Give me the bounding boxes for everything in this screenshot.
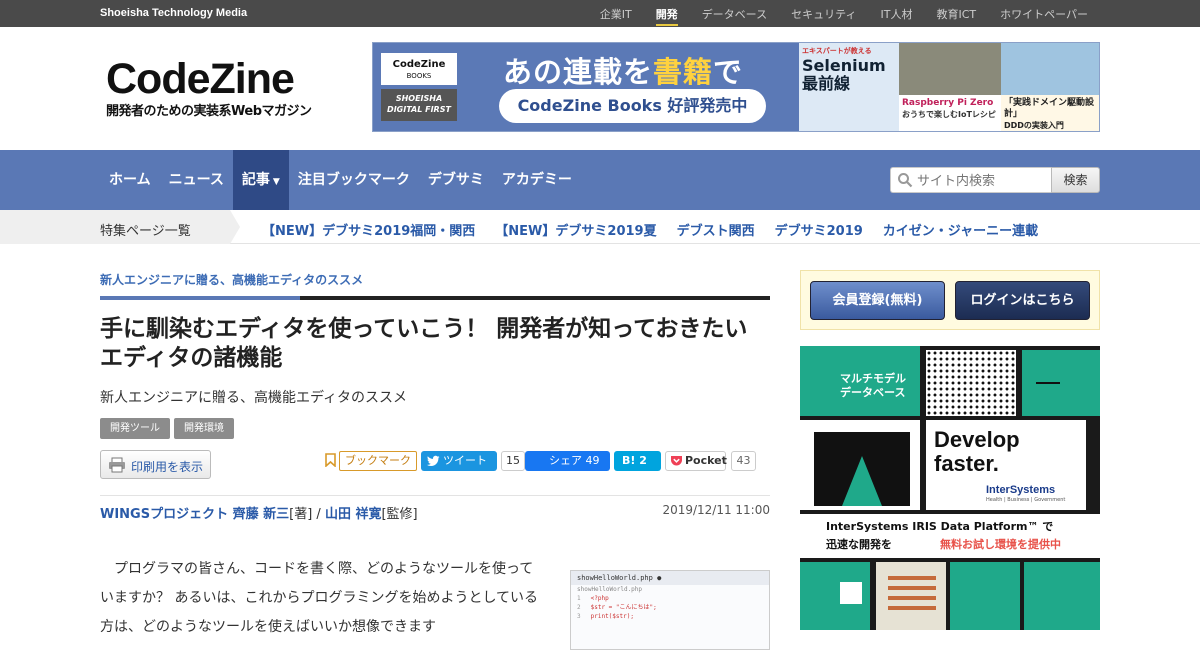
tag-badge[interactable]: 開発ツール xyxy=(100,418,170,439)
author-link[interactable]: WINGSプロジェクト 齊藤 新三 xyxy=(100,507,289,522)
nav-academy[interactable]: アカデミー xyxy=(493,150,581,210)
digital-first-text: SHOEISHA xyxy=(395,94,443,103)
tweet-label: ツイート xyxy=(443,454,487,467)
digital-first-sub: DIGITAL FIRST xyxy=(387,105,451,114)
book-cover-photo xyxy=(899,43,1001,95)
register-button[interactable]: 会員登録(無料) xyxy=(810,281,945,320)
tag-badge[interactable]: 開発環境 xyxy=(174,418,234,439)
search-icon xyxy=(898,173,913,188)
printer-icon xyxy=(109,457,125,473)
code-line: 3 print($str); xyxy=(577,613,634,620)
tag-list: 開発ツール 開発環境 xyxy=(100,418,234,439)
ad-copy-2: 迅速な開発を xyxy=(826,538,892,551)
divider xyxy=(100,495,770,496)
code-line: 1 <?php xyxy=(577,595,609,602)
hatena-label: B! 2 xyxy=(614,451,661,471)
nav-bookmarks[interactable]: 注目ブックマーク xyxy=(289,150,419,210)
ad-cta: 無料お試し環境を提供中 xyxy=(940,538,1061,551)
media-nav-item[interactable]: 教育ICT xyxy=(936,6,976,26)
book-cover-ddd: 「実践ドメイン駆動設計」 DDDの実装入門 xyxy=(1001,95,1099,131)
member-box: 会員登録(無料) ログインはこちら xyxy=(800,270,1100,330)
login-button[interactable]: ログインはこちら xyxy=(955,281,1090,320)
supervisor-role: [監修] xyxy=(381,507,418,522)
bookmark-icon xyxy=(325,453,336,467)
ad-brand-sub: Health | Business | Government xyxy=(986,497,1066,503)
media-nav-item[interactable]: 企業IT xyxy=(600,6,632,26)
book-cover-diagram xyxy=(1001,43,1099,95)
tweet-count: 15 xyxy=(501,451,525,471)
books-logo-text: CodeZine xyxy=(392,59,446,70)
arrow-right-icon xyxy=(230,210,240,244)
media-nav-item[interactable]: ホワイトペーパー xyxy=(1000,6,1088,26)
intersystems-ad[interactable]: マルチモデル データベース Develop faster. InterSystems… xyxy=(800,346,1100,630)
feature-link[interactable]: カイゼン・ジャーニー連載 xyxy=(883,220,1038,239)
bookmark-label: ブックマーク xyxy=(339,451,417,471)
page-subtitle: 新人エンジニアに贈る、高機能エディタのススメ xyxy=(100,390,408,406)
editor-tab: showHelloWorld.php ● xyxy=(571,571,769,585)
feature-list-label[interactable]: 特集ページ一覧 xyxy=(100,220,191,239)
search-button[interactable]: 検索 xyxy=(1051,167,1100,193)
book-cover-raspberry: Raspberry Pi Zero おうちで楽しむIoTレシピ xyxy=(899,95,1001,131)
logo-wordmark: CodeZine xyxy=(106,55,295,103)
banner-cta: CodeZine Books 好評発売中 xyxy=(499,89,766,123)
main-nav: ホーム ニュース 記事▼ 注目ブックマーク デブサミ アカデミー 検索 xyxy=(0,150,1200,210)
publish-date: 2019/12/11 11:00 xyxy=(662,503,770,517)
media-nav-item[interactable]: セキュリティ xyxy=(791,6,856,26)
print-button-label: 印刷用を表示 xyxy=(131,460,204,474)
code-line: 2 $str = "こんにちは"; xyxy=(577,604,657,611)
site-logo[interactable]: CodeZine 開発者のための実装系Webマガジン xyxy=(106,57,312,119)
feature-link[interactable]: 【NEW】デブサミ2019夏 xyxy=(495,220,656,239)
books-banner[interactable]: CodeZine BOOKS SHOEISHA DIGITAL FIRST あの連載… xyxy=(372,42,1100,132)
series-link[interactable]: 新人エンジニアに贈る、高機能エディタのススメ xyxy=(100,271,363,288)
pocket-label: Pocket xyxy=(685,454,727,467)
media-nav-item[interactable]: データベース xyxy=(702,6,767,26)
book-covers: エキスパートが教える Selenium 最前線 Raspberry Pi Zer… xyxy=(799,43,1099,131)
books-logo-sub: BOOKS xyxy=(406,72,432,80)
pocket-count: 43 xyxy=(731,451,756,471)
facebook-share-label: シェア 49 xyxy=(525,451,610,471)
byline: WINGSプロジェクト 齊藤 新三[著] / 山田 祥寛[監修] xyxy=(100,503,418,522)
search-input[interactable] xyxy=(917,171,1047,191)
media-nav-item[interactable]: IT人材 xyxy=(880,6,912,26)
banner-headline: あの連載を書籍で xyxy=(503,55,744,89)
feature-link[interactable]: 【NEW】デブサミ2019福岡・関西 xyxy=(262,220,475,239)
site-header: CodeZine 開発者のための実装系Webマガジン CodeZine BOOKS… xyxy=(0,27,1200,150)
page-title: 手に馴染むエディタを使っていこう！ 開発者が知っておきたいエディタの諸機能 xyxy=(100,316,748,371)
media-nav: 企業IT 開発 データベース セキュリティ IT人材 教育ICT ホワイトペーパ… xyxy=(600,6,1088,26)
media-nav-item-active[interactable]: 開発 xyxy=(655,6,678,26)
code-screenshot: showHelloWorld.php ● showHelloWorld.php … xyxy=(570,570,770,650)
caret-down-icon: ▼ xyxy=(272,177,280,187)
ad-headline: Develop faster. xyxy=(934,427,1020,476)
print-button[interactable]: 印刷用を表示 xyxy=(100,450,211,479)
feature-bar: 特集ページ一覧 【NEW】デブサミ2019福岡・関西 【NEW】デブサミ2019… xyxy=(0,210,1200,244)
brand-link[interactable]: Shoeisha Technology Media xyxy=(100,7,247,19)
books-logo: CodeZine BOOKS SHOEISHA DIGITAL FIRST xyxy=(381,53,457,123)
top-bar: Shoeisha Technology Media 企業IT 開発 データベース… xyxy=(0,0,1200,27)
nav-news[interactable]: ニュース xyxy=(160,150,233,210)
twitter-bird-icon xyxy=(427,455,440,466)
book-cover-selenium: エキスパートが教える Selenium 最前線 xyxy=(799,43,899,131)
ad-copy: InterSystems IRIS Data Platform™ で xyxy=(826,520,1054,533)
nav-articles[interactable]: 記事 ▼ xyxy=(232,150,289,210)
nav-devsumi[interactable]: デブサミ xyxy=(419,150,493,210)
code-filename: showHelloWorld.php xyxy=(577,586,643,593)
article-body: プログラマの皆さん、コードを書く際、どのようなツールを使っていますか？ あるいは… xyxy=(100,561,539,635)
pocket-icon xyxy=(671,456,682,466)
site-search: 検索 xyxy=(890,167,1100,193)
logo-tagline: 開発者のための実装系Webマガジン xyxy=(106,104,312,119)
feature-link[interactable]: デブスト関西 xyxy=(677,220,755,239)
feature-link[interactable]: デブサミ2019 xyxy=(775,220,863,239)
ad-label: マルチモデル データベース xyxy=(840,372,906,399)
ad-brand: InterSystems xyxy=(986,484,1056,496)
nav-home[interactable]: ホーム xyxy=(100,150,160,210)
author-role: [著] / xyxy=(289,507,325,522)
title-rule xyxy=(100,296,770,300)
supervisor-link[interactable]: 山田 祥寛 xyxy=(325,507,382,522)
